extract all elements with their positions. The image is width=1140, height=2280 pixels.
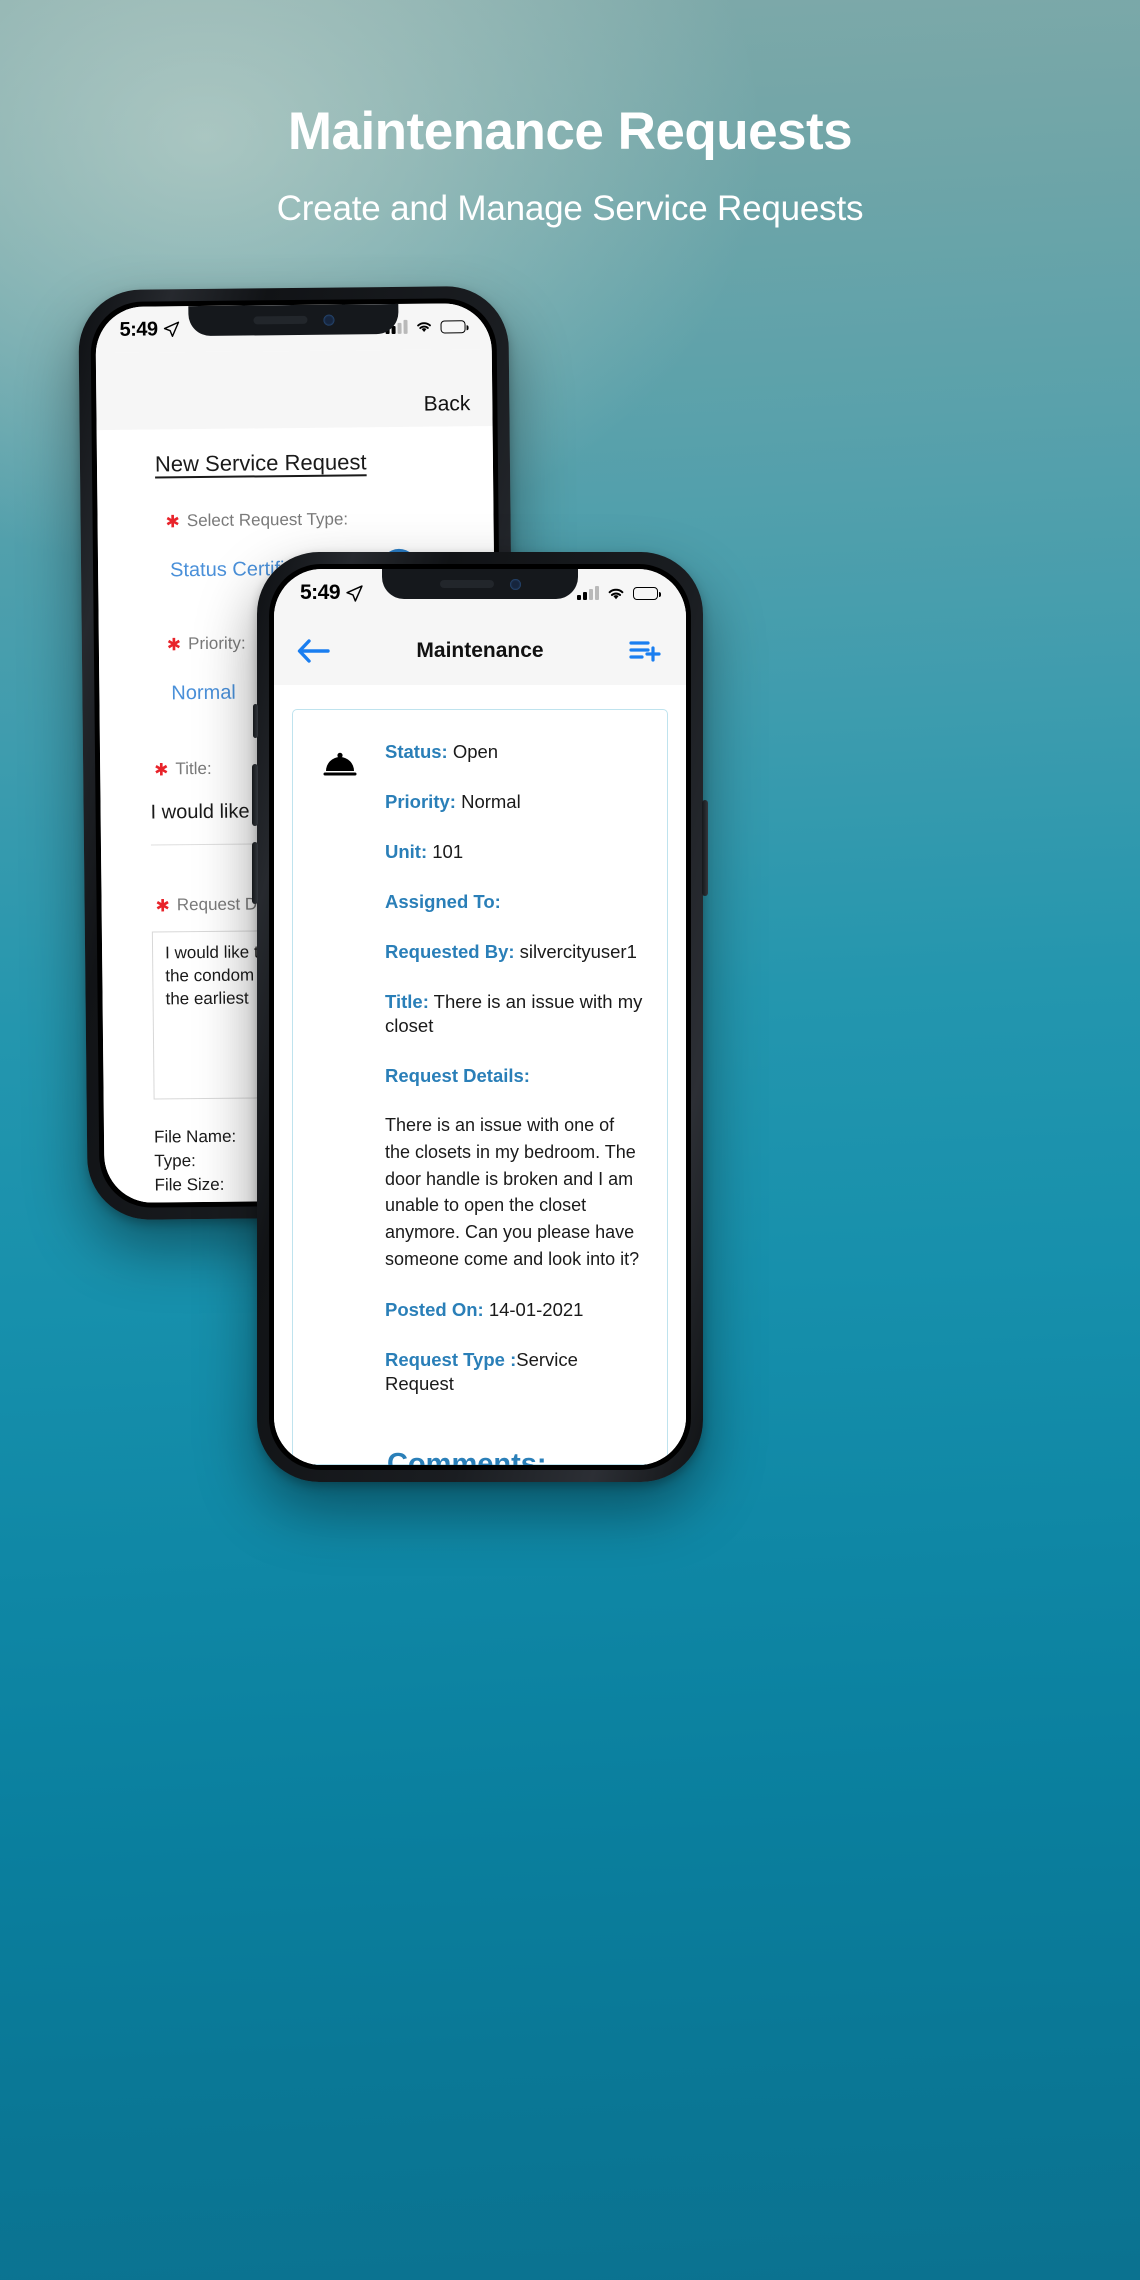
required-star-icon: ✱ <box>165 511 180 531</box>
cellular-signal-icon <box>577 586 599 600</box>
field-unit: Unit: 101 <box>385 840 643 864</box>
field-posted-on: Posted On: 14-01-2021 <box>385 1298 643 1322</box>
arrow-left-icon[interactable] <box>296 638 330 664</box>
phone-front-bezel: 5:49 Maintenance Status: Open Priority: … <box>269 564 691 1470</box>
service-bell-icon <box>323 752 357 776</box>
request-details-text: There is an issue with one of the closet… <box>385 1115 640 1269</box>
location-arrow-icon <box>346 584 363 602</box>
phone-front-device: 5:49 Maintenance Status: Open Priority: … <box>252 552 708 1482</box>
wifi-icon <box>608 588 624 599</box>
nav-title: Maintenance <box>416 639 544 662</box>
status-time-front: 5:49 <box>300 581 341 604</box>
field-status: Status: Open <box>385 740 643 764</box>
volume-down-button[interactable] <box>252 842 258 904</box>
field-posted-on-label: Posted On: <box>385 1299 484 1321</box>
status-clock-back: 5:49 <box>119 317 180 342</box>
notch-back <box>188 303 399 337</box>
field-request-type: Request Type :Service Request <box>385 1348 643 1396</box>
request-details-heading: Request Details: <box>385 1065 530 1087</box>
field-request-type-label: Request Type : <box>385 1349 517 1371</box>
back-button[interactable]: Back <box>424 392 471 416</box>
front-camera-icon <box>322 314 335 326</box>
list-add-icon[interactable] <box>628 638 662 664</box>
header: Maintenance Requests Create and Manage S… <box>0 104 1140 229</box>
field-status-label: Status: <box>385 741 448 762</box>
volume-up-button[interactable] <box>252 764 258 826</box>
field-priority-value: Normal <box>461 791 521 813</box>
earpiece-speaker-icon <box>439 580 494 588</box>
earpiece-speaker-icon <box>252 315 308 325</box>
field-posted-on-value: 14-01-2021 <box>488 1299 584 1321</box>
back-phone-navbar: Back <box>95 348 493 431</box>
location-arrow-icon <box>163 321 180 337</box>
field-assigned-to-label: Assigned To: <box>385 891 501 913</box>
front-camera-icon <box>509 578 521 590</box>
field-assigned-to: Assigned To: <box>385 890 643 914</box>
field-unit-value: 101 <box>432 841 464 863</box>
notch-front <box>382 569 578 599</box>
promo-screenshot: Maintenance Requests Create and Manage S… <box>0 0 1140 2280</box>
field-requested-by-value: silvercityuser1 <box>519 941 637 963</box>
comments-heading: Comments: <box>387 1448 547 1465</box>
status-clock-front: 5:49 <box>300 581 363 605</box>
app-navbar: Maintenance <box>274 617 686 685</box>
field-rows: Status: Open Priority: Normal Unit: 101 <box>385 740 643 1396</box>
required-star-icon: ✱ <box>155 895 170 915</box>
field-status-value: Open <box>452 741 499 762</box>
request-detail-card: Status: Open Priority: Normal Unit: 101 <box>292 709 668 1465</box>
field-requested-by-label: Requested By: <box>385 941 515 963</box>
field-title: Title: There is an issue with my closet <box>385 990 643 1038</box>
required-star-icon: ✱ <box>154 759 169 780</box>
wifi-icon <box>417 322 431 332</box>
field-title-label: Title: <box>385 991 429 1013</box>
mute-switch[interactable] <box>253 704 258 738</box>
maintenance-detail-body: Status: Open Priority: Normal Unit: 101 <box>274 685 686 1465</box>
battery-icon <box>440 319 466 333</box>
field-requested-by: Requested By: silvercityuser1 <box>385 940 643 964</box>
required-star-icon: ✱ <box>166 634 182 654</box>
form-title: New Service Request <box>154 449 367 477</box>
field-priority-label: Priority: <box>385 791 456 813</box>
status-icons-front <box>577 586 661 601</box>
field-unit-label: Unit: <box>385 841 428 863</box>
status-time-back: 5:49 <box>119 317 158 341</box>
field-priority: Priority: Normal <box>385 790 643 814</box>
page-title: Maintenance Requests <box>287 102 853 161</box>
page-subtitle: Create and Manage Service Requests <box>276 188 864 228</box>
power-button[interactable] <box>702 800 708 896</box>
phone-front-screen: 5:49 Maintenance Status: Open Priority: … <box>274 569 686 1465</box>
battery-icon <box>633 586 661 600</box>
status-icons-back <box>385 319 466 335</box>
